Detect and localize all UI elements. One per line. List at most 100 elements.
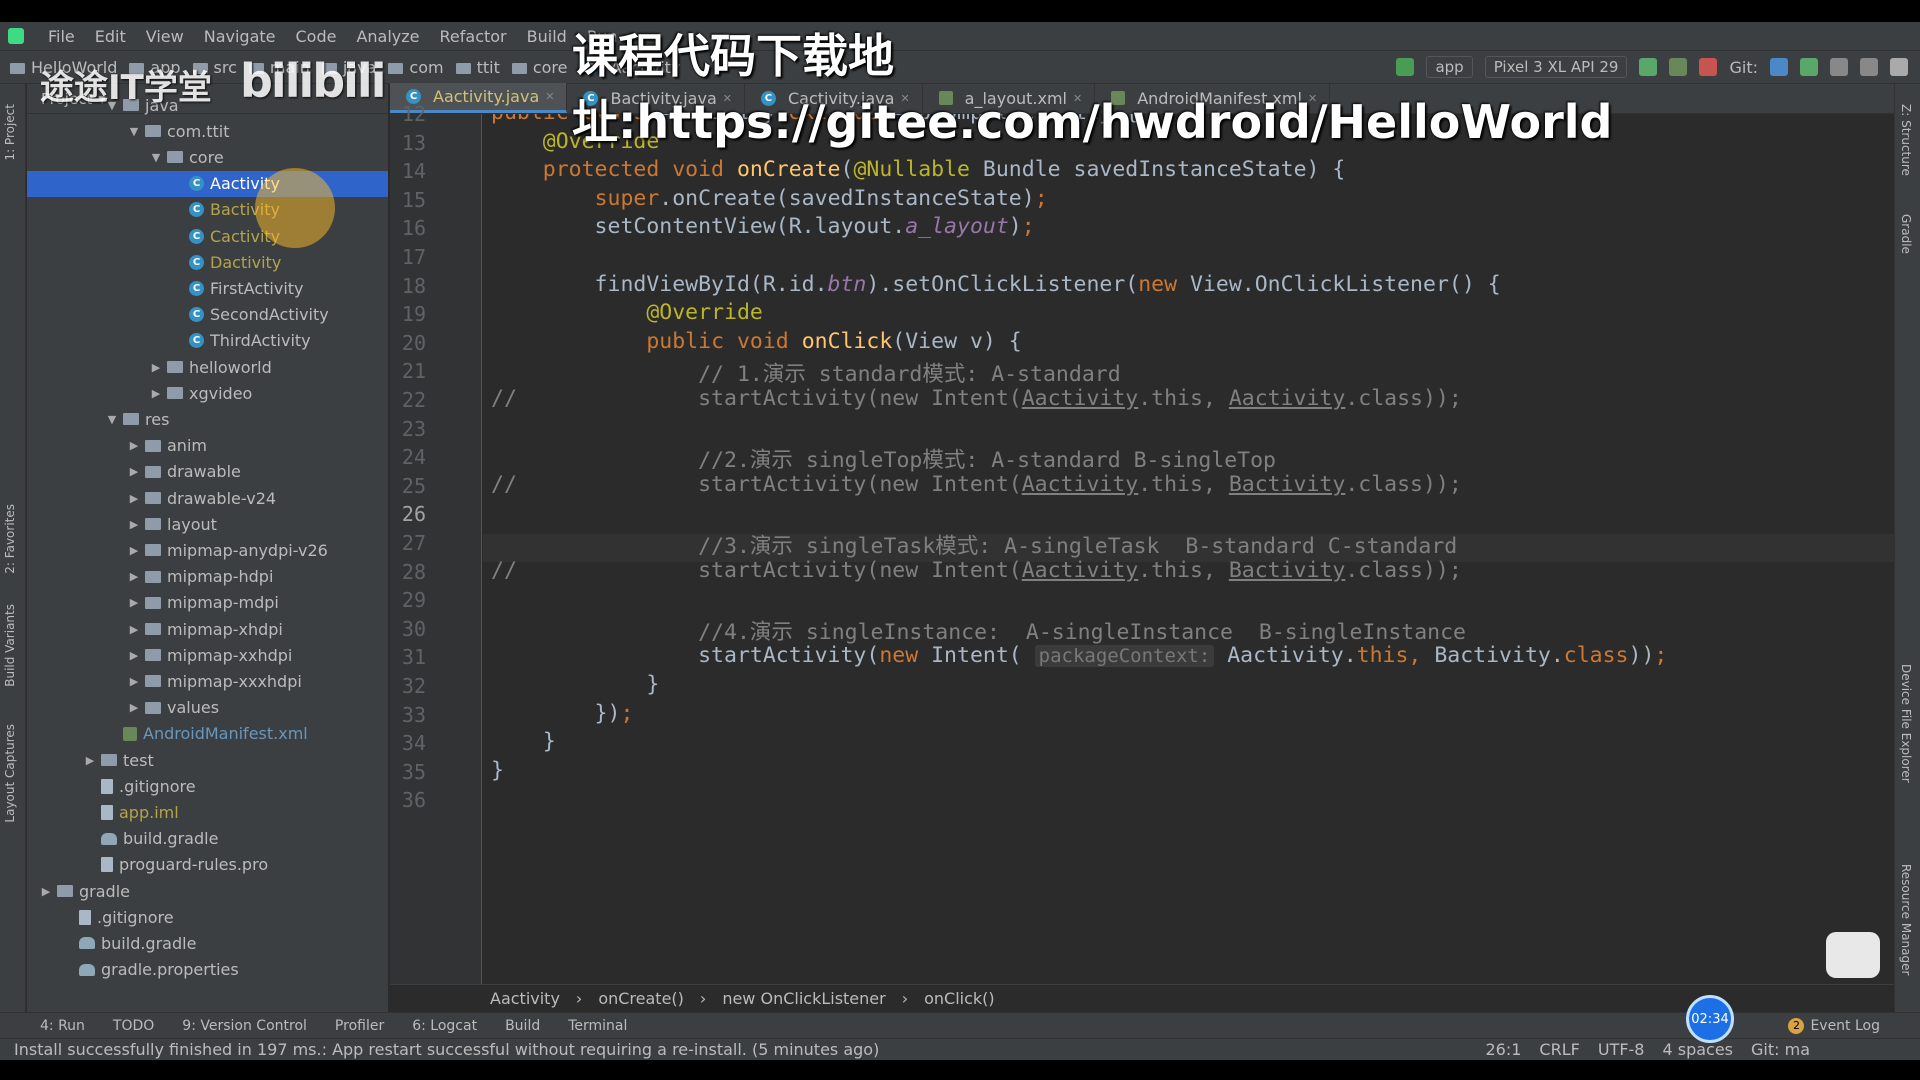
tree-item[interactable]: ▶ mipmap-mdpi [27, 590, 388, 616]
editor-tab[interactable]: C Bactivity.java ✕ [567, 83, 745, 113]
tool-tab-terminal[interactable]: Terminal [568, 1018, 627, 1034]
code-line[interactable]: // 1.演示 standard模式: A-standard [491, 357, 1121, 388]
menu-build[interactable]: Build [527, 27, 567, 46]
nav-crumb-src[interactable]: src [192, 58, 237, 77]
tool-tab-run[interactable]: 4: Run [40, 1018, 85, 1034]
tree-item[interactable]: ▼ res [27, 406, 388, 432]
tree-item[interactable]: AndroidManifest.xml [27, 721, 388, 747]
code-line[interactable]: //3.演示 singleTask模式: A-singleTask B-stan… [491, 529, 1457, 560]
tree-item[interactable]: ▶ mipmap-hdpi [27, 564, 388, 590]
chevron-right-icon[interactable]: ▶ [83, 754, 97, 767]
chevron-down-icon[interactable]: ▼ [127, 125, 141, 138]
tree-item[interactable]: C Aactivity [27, 170, 388, 197]
code-line[interactable]: //4.演示 singleInstance: A-singleInstance … [491, 615, 1466, 646]
breadcrumb-class[interactable]: Aactivity [490, 989, 560, 1008]
file-encoding[interactable]: UTF-8 [1598, 1040, 1645, 1059]
search-icon[interactable] [1890, 58, 1908, 76]
tree-item[interactable]: ▶ xgvideo [27, 380, 388, 406]
tool-tab-favorites[interactable]: 2: Favorites [3, 504, 17, 574]
chevron-right-icon[interactable]: ▶ [127, 439, 141, 452]
tree-item[interactable]: C ThirdActivity [27, 328, 388, 354]
tree-item[interactable]: ▶ drawable [27, 459, 388, 485]
tree-item[interactable]: C FirstActivity [27, 275, 388, 301]
tool-tab-structure[interactable]: Z: Structure [1899, 104, 1913, 176]
chevron-right-icon[interactable]: ▶ [127, 570, 141, 583]
code-line[interactable]: setContentView(R.layout.a_layout); [491, 214, 1035, 239]
indent-setting[interactable]: 4 spaces [1662, 1040, 1733, 1059]
nav-crumb-aactivity[interactable]: C Aactivity [580, 58, 680, 77]
tree-item[interactable]: ▼ core [27, 144, 388, 170]
tree-item[interactable]: ▶ helloworld [27, 354, 388, 380]
editor-tab[interactable]: AndroidManifest.xml ✕ [1095, 83, 1331, 113]
chevron-right-icon[interactable]: ▶ [127, 518, 141, 531]
tool-tab-logcat[interactable]: 6: Logcat [412, 1018, 477, 1034]
nav-crumb-ttit[interactable]: ttit [455, 58, 500, 77]
tree-item[interactable]: ▶ mipmap-anydpi-v26 [27, 537, 388, 563]
chevron-right-icon[interactable]: ▶ [127, 492, 141, 505]
code-line[interactable]: public void onClick(View v) { [491, 329, 1021, 354]
menu-run[interactable]: Run [587, 27, 618, 46]
tree-item[interactable]: ▶ values [27, 695, 388, 721]
tree-item[interactable]: C SecondActivity [27, 302, 388, 328]
close-icon[interactable]: ✕ [900, 92, 909, 105]
code-line[interactable]: // startActivity(new Intent(Aactivity.th… [491, 386, 1462, 411]
code-line[interactable]: // startActivity(new Intent(Aactivity.th… [491, 558, 1462, 583]
tree-item[interactable]: .gitignore [27, 904, 388, 930]
nav-crumb-app[interactable]: app [129, 58, 181, 77]
tree-item[interactable]: ▶ gradle [27, 878, 388, 904]
chevron-right-icon[interactable]: ▶ [127, 544, 141, 557]
nav-crumb-java[interactable]: java [321, 58, 376, 77]
tree-item[interactable]: proguard-rules.pro [27, 852, 388, 878]
chevron-down-icon[interactable]: ▼ [105, 99, 119, 112]
status-message[interactable]: Install successfully finished in 197 ms.… [14, 1040, 1467, 1059]
tree-item[interactable]: ▶ test [27, 747, 388, 773]
chevron-down-icon[interactable]: ▼ [105, 413, 119, 426]
code-line[interactable]: // startActivity(new Intent(Aactivity.th… [491, 472, 1462, 497]
chevron-right-icon[interactable]: ▶ [149, 387, 163, 400]
close-icon[interactable]: ✕ [723, 92, 732, 105]
breadcrumb-listener[interactable]: new OnClickListener [722, 989, 885, 1008]
code-line[interactable]: super.onCreate(savedInstanceState); [491, 186, 1048, 211]
tree-item[interactable]: ▶ mipmap-xxxhdpi [27, 668, 388, 694]
git-update-icon[interactable] [1770, 58, 1788, 76]
tool-tab-gradle[interactable]: Gradle [1899, 214, 1913, 254]
tool-tab-project[interactable]: 1: Project [3, 104, 17, 161]
run-config-select[interactable]: app [1426, 56, 1473, 78]
breadcrumb-onclick[interactable]: onClick() [924, 989, 995, 1008]
code-line[interactable]: //2.演示 singleTop模式: A-standard B-singleT… [491, 443, 1276, 474]
tree-item[interactable]: ▼ com.ttit [27, 118, 388, 144]
code-line[interactable]: public class Aactivity extends AppCompat… [491, 114, 1138, 125]
code-line[interactable]: @Override [491, 129, 660, 154]
code-line[interactable]: }); [491, 701, 634, 726]
code-line[interactable]: @Override [491, 300, 763, 325]
video-play-icon[interactable] [1826, 932, 1880, 978]
caret-position[interactable]: 26:1 [1485, 1040, 1521, 1059]
chevron-right-icon[interactable]: ▶ [127, 649, 141, 662]
menu-code[interactable]: Code [296, 27, 337, 46]
menu-navigate[interactable]: Navigate [204, 27, 276, 46]
tool-tab-device-file-explorer[interactable]: Device File Explorer [1899, 664, 1913, 783]
sdk-manager-icon[interactable] [1860, 58, 1878, 76]
menu-refactor[interactable]: Refactor [440, 27, 507, 46]
tool-tab-build-variants[interactable]: Build Variants [3, 604, 17, 687]
line-separator[interactable]: CRLF [1539, 1040, 1579, 1059]
menu-view[interactable]: View [146, 27, 184, 46]
make-project-icon[interactable] [1396, 58, 1415, 76]
git-branch[interactable]: Git: ma [1751, 1040, 1810, 1059]
code-line[interactable]: } [491, 758, 504, 783]
code-line[interactable]: protected void onCreate(@Nullable Bundle… [491, 157, 1346, 182]
stop-icon[interactable] [1699, 58, 1718, 76]
tree-item[interactable]: C Dactivity [27, 249, 388, 275]
nav-crumb-com[interactable]: com [388, 58, 444, 77]
chevron-down-icon[interactable]: ▼ [149, 151, 163, 164]
code-line[interactable]: findViewById(R.id.btn).setOnClickListene… [491, 272, 1501, 297]
tree-item[interactable]: ▼ java [27, 92, 388, 118]
tree-item[interactable]: ▶ mipmap-xxhdpi [27, 642, 388, 668]
tree-item[interactable]: ▶ layout [27, 511, 388, 537]
chevron-right-icon[interactable]: ▶ [127, 675, 141, 688]
tree-item[interactable]: C Cactivity [27, 223, 388, 249]
tree-item[interactable]: ▶ drawable-v24 [27, 485, 388, 511]
tool-tab-version-control[interactable]: 9: Version Control [182, 1018, 307, 1034]
nav-crumb-project[interactable]: HelloWorld [10, 58, 117, 77]
nav-crumb-core[interactable]: core [511, 58, 568, 77]
